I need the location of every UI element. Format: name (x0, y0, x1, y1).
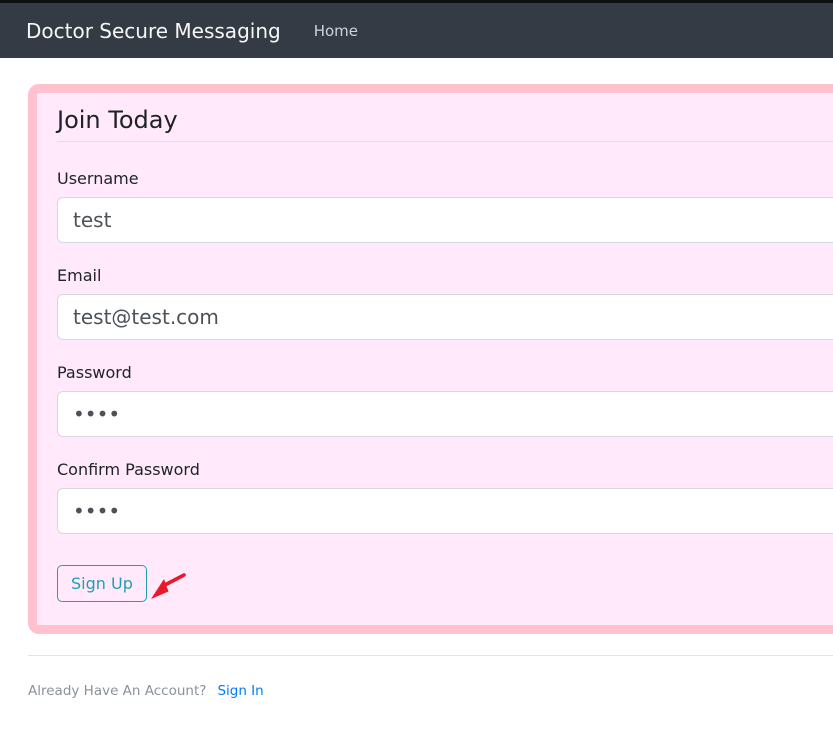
navbar: Doctor Secure Messaging Home (0, 3, 833, 58)
form-group-email: Email (57, 265, 833, 340)
sign-up-button[interactable]: Sign Up (57, 565, 147, 602)
form-title: Join Today (57, 106, 833, 142)
main-content: Join Today Username Email Password Confi… (28, 84, 833, 699)
signup-form: Join Today Username Email Password Confi… (57, 106, 833, 602)
email-input[interactable] (57, 294, 833, 340)
footer: Already Have An Account? Sign In (28, 656, 833, 699)
form-group-username: Username (57, 168, 833, 243)
already-have-account-text: Already Have An Account? (28, 683, 206, 699)
username-label: Username (57, 168, 833, 189)
red-cursor-arrow-icon (150, 572, 186, 602)
signup-card: Join Today Username Email Password Confi… (28, 84, 833, 634)
confirm-password-input[interactable] (57, 488, 833, 534)
sign-in-link[interactable]: Sign In (217, 683, 263, 699)
username-input[interactable] (57, 197, 833, 243)
submit-row: Sign Up (57, 565, 833, 602)
navbar-brand[interactable]: Doctor Secure Messaging (26, 19, 281, 43)
form-group-password: Password (57, 362, 833, 437)
email-label: Email (57, 265, 833, 286)
nav-link-home[interactable]: Home (298, 14, 374, 48)
form-group-confirm-password: Confirm Password (57, 459, 833, 534)
password-label: Password (57, 362, 833, 383)
password-input[interactable] (57, 391, 833, 437)
confirm-password-label: Confirm Password (57, 459, 833, 480)
